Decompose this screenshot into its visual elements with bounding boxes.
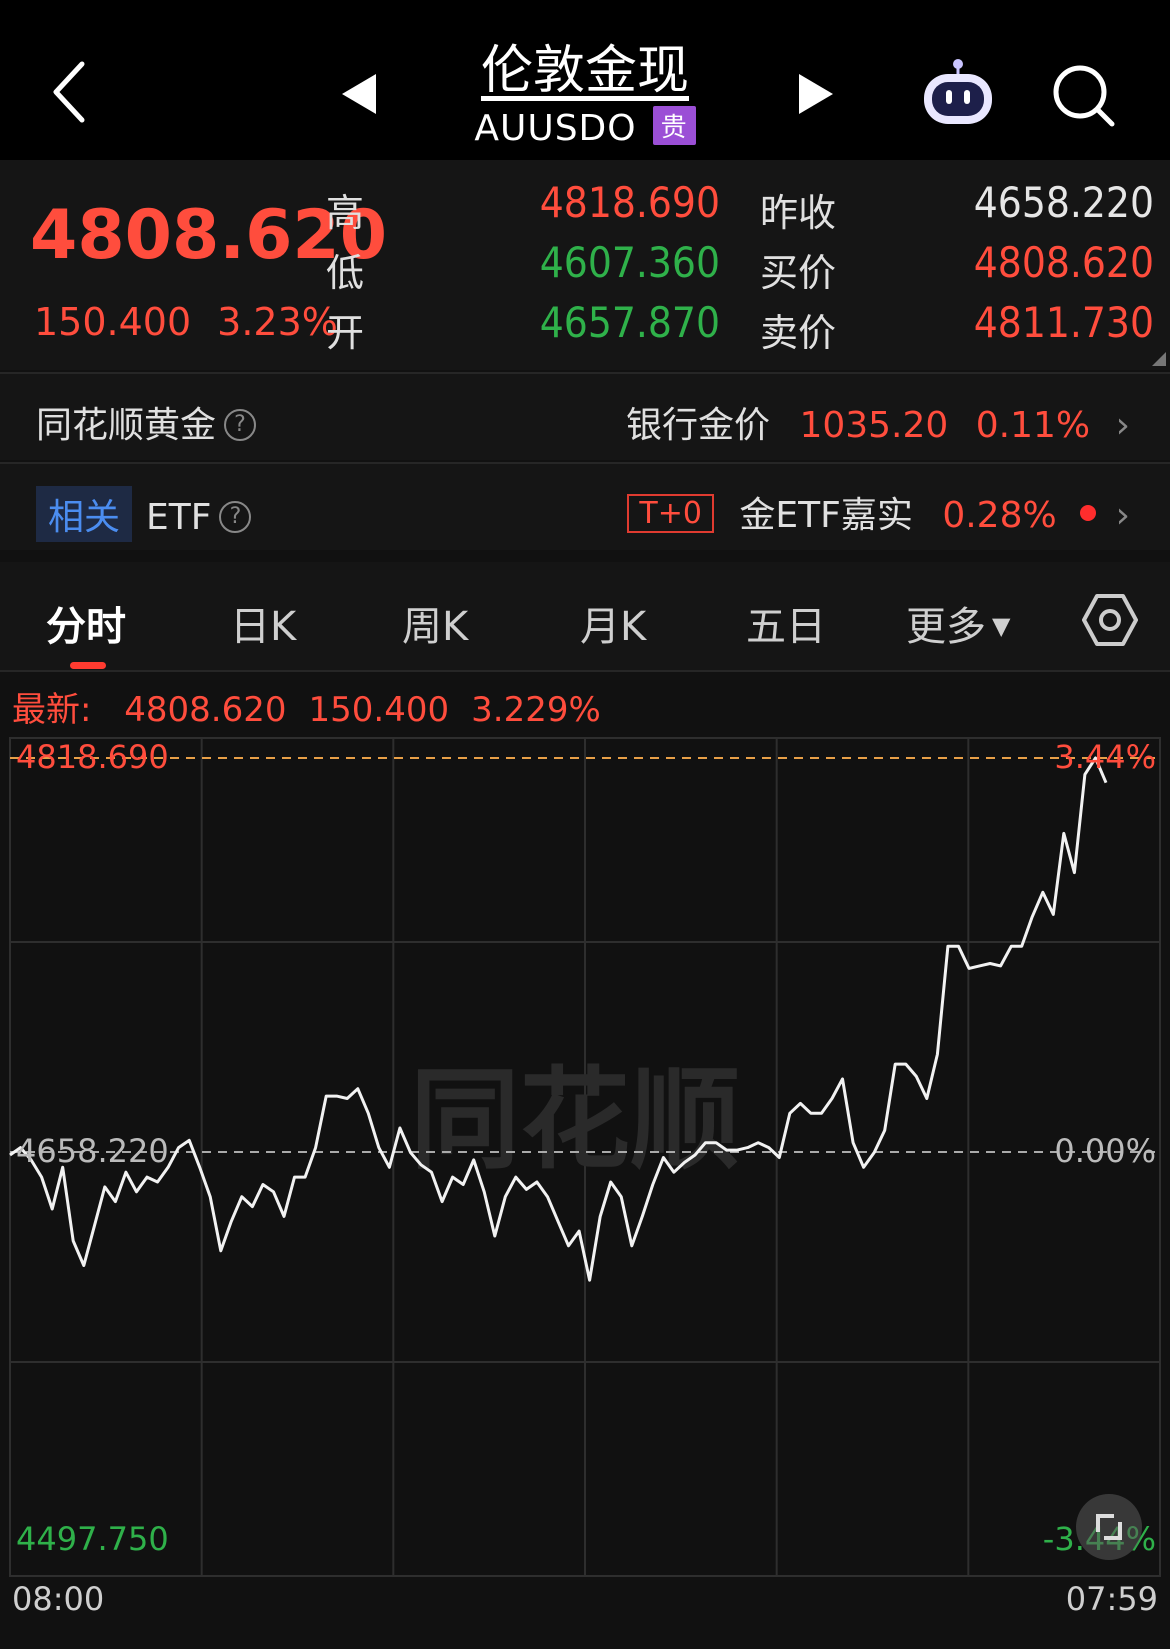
assistant-robot-icon[interactable] bbox=[920, 58, 996, 128]
tab-five-day[interactable]: 五日 bbox=[746, 594, 826, 652]
category-badge: 贵 bbox=[652, 106, 696, 145]
gold-row-title: 同花顺黄金? bbox=[36, 396, 257, 448]
etf-percent: 0.28% bbox=[942, 495, 1057, 536]
tab-monthly-k[interactable]: 月K bbox=[580, 594, 646, 652]
low-label: 低 bbox=[326, 251, 365, 295]
high-label: 高 bbox=[326, 191, 365, 235]
y-axis-mid-label: 4658.220 bbox=[16, 1132, 169, 1170]
gold-label: 同花顺黄金 bbox=[36, 405, 217, 446]
tab-weekly-k[interactable]: 周K bbox=[402, 594, 468, 652]
help-icon[interactable]: ? bbox=[219, 501, 252, 533]
y-axis-low-label: 4497.750 bbox=[16, 1520, 169, 1558]
watermark: 同花顺 bbox=[410, 1056, 740, 1184]
period-tabs: 分时 日K 周K 月K 五日 更多 ▼ bbox=[0, 562, 1170, 672]
open-label: 开 bbox=[326, 311, 365, 355]
prev-close-label: 昨收 bbox=[760, 191, 837, 235]
x-axis-start-label: 08:00 bbox=[12, 1580, 105, 1618]
bank-price-label: 银行金价 bbox=[625, 405, 770, 446]
next-symbol-icon[interactable] bbox=[795, 72, 835, 116]
price-line bbox=[9, 756, 1108, 1282]
high-value: 4818.690 bbox=[539, 178, 720, 227]
ask-value: 4811.730 bbox=[973, 298, 1154, 347]
price-change: 150.400 3.23% bbox=[34, 300, 338, 344]
quote-panel: 4808.620 150.400 3.23% 高 低 开 4818.690 460… bbox=[0, 160, 1170, 370]
etf-info: T+0 金ETF嘉实 0.28% › bbox=[627, 486, 1130, 538]
related-tag: 相关 bbox=[36, 486, 133, 542]
top-bar: 伦敦金现 AUUSDO 贵 bbox=[0, 0, 1170, 160]
gold-info-row[interactable]: 同花顺黄金? 银行金价 1035.20 0.11% › bbox=[0, 372, 1170, 460]
t0-badge: T+0 bbox=[627, 494, 714, 533]
help-icon[interactable]: ? bbox=[224, 409, 257, 441]
bank-price-value: 1035.20 bbox=[799, 405, 949, 446]
pct-axis-mid-label: 0.00% bbox=[1054, 1132, 1156, 1170]
tab-intraday[interactable]: 分时 bbox=[46, 594, 126, 652]
tab-daily-k[interactable]: 日K bbox=[230, 594, 296, 652]
active-tab-indicator bbox=[70, 662, 106, 669]
tab-more[interactable]: 更多 ▼ bbox=[906, 594, 1010, 652]
intraday-chart[interactable]: 同花顺 bbox=[0, 720, 1170, 1649]
chart-settings-icon[interactable] bbox=[1082, 592, 1138, 648]
bank-price-percent: 0.11% bbox=[975, 405, 1091, 446]
live-dot-icon bbox=[1080, 505, 1097, 521]
low-value: 4607.360 bbox=[539, 238, 720, 287]
search-icon[interactable] bbox=[1052, 64, 1116, 128]
bank-price-info: 银行金价 1035.20 0.11% › bbox=[626, 396, 1130, 448]
open-value: 4657.870 bbox=[539, 298, 720, 347]
caret-down-icon: ▼ bbox=[992, 612, 1011, 640]
etf-name: 金ETF嘉实 bbox=[739, 495, 913, 536]
etf-row-title: 相关 ETF? bbox=[36, 486, 252, 542]
ask-label: 卖价 bbox=[760, 311, 837, 355]
etf-label: ETF bbox=[146, 497, 212, 538]
fullscreen-button[interactable] bbox=[1076, 1494, 1142, 1560]
chevron-right-icon: › bbox=[1115, 405, 1130, 446]
bid-label: 买价 bbox=[760, 251, 837, 295]
fullscreen-icon bbox=[1096, 1514, 1122, 1540]
change-percent: 3.23% bbox=[217, 300, 338, 344]
prev-close-value: 4658.220 bbox=[973, 178, 1154, 227]
x-axis-end-label: 07:59 bbox=[1065, 1580, 1158, 1618]
tab-more-label: 更多 bbox=[906, 604, 986, 650]
symbol-code: AUUSDO bbox=[474, 108, 637, 149]
y-axis-high-label: 4818.690 bbox=[16, 738, 169, 776]
bid-value: 4808.620 bbox=[973, 238, 1154, 287]
etf-row[interactable]: 相关 ETF? T+0 金ETF嘉实 0.28% › bbox=[0, 462, 1170, 550]
pct-axis-high-label: 3.44% bbox=[1054, 738, 1156, 776]
expand-corner-icon[interactable] bbox=[1152, 352, 1166, 366]
change-value: 150.400 bbox=[34, 300, 192, 344]
chevron-right-icon: › bbox=[1115, 495, 1130, 536]
